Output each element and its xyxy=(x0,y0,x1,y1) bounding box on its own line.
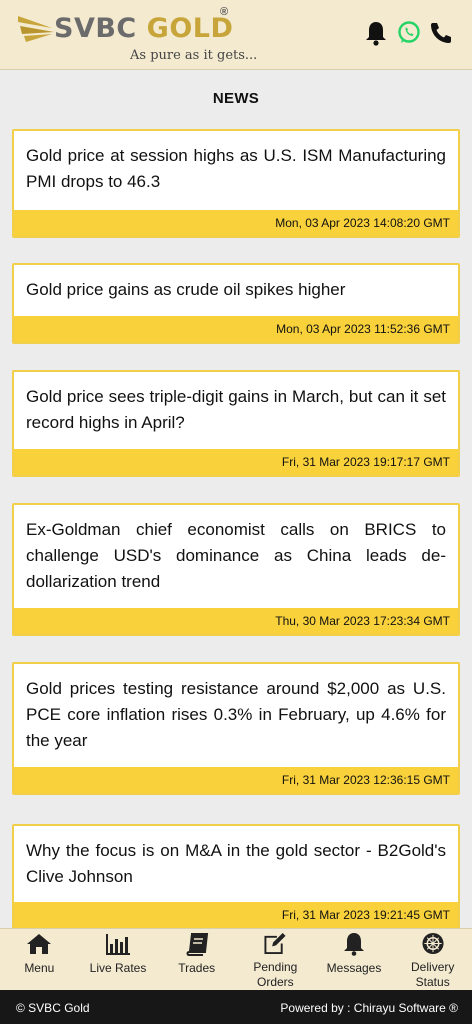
news-headline: Gold price gains as crude oil spikes hig… xyxy=(26,280,346,299)
news-headline: Why the focus is on M&A in the gold sect… xyxy=(26,841,446,886)
brand-left: SVBC xyxy=(54,13,137,44)
tab-messages[interactable]: Messages xyxy=(315,929,394,990)
tab-label: Menu xyxy=(24,961,55,975)
bar-chart-icon xyxy=(106,934,130,955)
news-card[interactable]: Why the focus is on M&A in the gold sect… xyxy=(12,824,460,930)
tab-label: Messages xyxy=(326,961,382,975)
bell-icon xyxy=(344,933,365,956)
tab-menu[interactable]: Menu xyxy=(0,929,79,990)
news-date: Fri, 31 Mar 2023 19:21:45 GMT xyxy=(14,902,458,928)
brand-tagline: As pure as it gets... xyxy=(130,48,258,63)
news-date: Mon, 03 Apr 2023 11:52:36 GMT xyxy=(14,316,458,342)
logo-swoosh-icon xyxy=(18,16,54,42)
tab-pending-orders[interactable]: Pending Orders xyxy=(236,929,315,990)
news-card[interactable]: Gold price at session highs as U.S. ISM … xyxy=(12,129,460,238)
tab-label: Delivery Status xyxy=(411,960,455,989)
footer-powered-by[interactable]: Powered by : Chirayu Software ® xyxy=(280,1001,458,1015)
news-card[interactable]: Gold prices testing resistance around $2… xyxy=(12,662,460,795)
news-card[interactable]: Gold price gains as crude oil spikes hig… xyxy=(12,263,460,344)
news-headline: Gold price at session highs as U.S. ISM … xyxy=(26,146,446,191)
tab-label: Pending Orders xyxy=(253,960,298,989)
news-date: Mon, 03 Apr 2023 14:08:20 GMT xyxy=(14,210,458,236)
tab-label: Live Rates xyxy=(89,961,147,975)
book-icon xyxy=(186,933,208,956)
tab-label: Trades xyxy=(178,961,216,975)
news-headline: Gold price sees triple-digit gains in Ma… xyxy=(26,387,446,432)
registered-mark: ® xyxy=(220,6,229,18)
tab-trades[interactable]: Trades xyxy=(157,929,236,990)
app-footer: © SVBC Gold Powered by : Chirayu Softwar… xyxy=(0,990,472,1024)
bottom-tab-bar: Menu Live Rates Trades Pending Orders Me… xyxy=(0,928,472,990)
footer-copyright: © SVBC Gold xyxy=(16,1001,90,1015)
news-date: Fri, 31 Mar 2023 19:17:17 GMT xyxy=(14,449,458,475)
news-headline: Ex-Goldman chief economist calls on BRIC… xyxy=(26,520,446,591)
brand-logo[interactable]: SVBC GOLD ® As pure as it gets... xyxy=(16,6,257,68)
phone-icon[interactable] xyxy=(428,20,452,46)
app-header: SVBC GOLD ® As pure as it gets... xyxy=(0,0,472,70)
news-date: Fri, 31 Mar 2023 12:36:15 GMT xyxy=(14,767,458,793)
bell-icon[interactable] xyxy=(364,20,388,46)
brand-name: SVBC GOLD xyxy=(54,12,233,46)
delivery-icon xyxy=(422,932,444,955)
tab-delivery-status[interactable]: Delivery Status xyxy=(393,929,472,990)
edit-icon xyxy=(264,932,286,955)
whatsapp-icon[interactable] xyxy=(397,20,421,46)
page-title: NEWS xyxy=(212,90,260,107)
tab-live-rates[interactable]: Live Rates xyxy=(79,929,158,990)
news-card[interactable]: Gold price sees triple-digit gains in Ma… xyxy=(12,370,460,477)
news-headline: Gold prices testing resistance around $2… xyxy=(26,679,446,750)
news-card[interactable]: Ex-Goldman chief economist calls on BRIC… xyxy=(12,503,460,636)
home-icon xyxy=(27,934,52,954)
news-date: Thu, 30 Mar 2023 17:23:34 GMT xyxy=(14,608,458,634)
